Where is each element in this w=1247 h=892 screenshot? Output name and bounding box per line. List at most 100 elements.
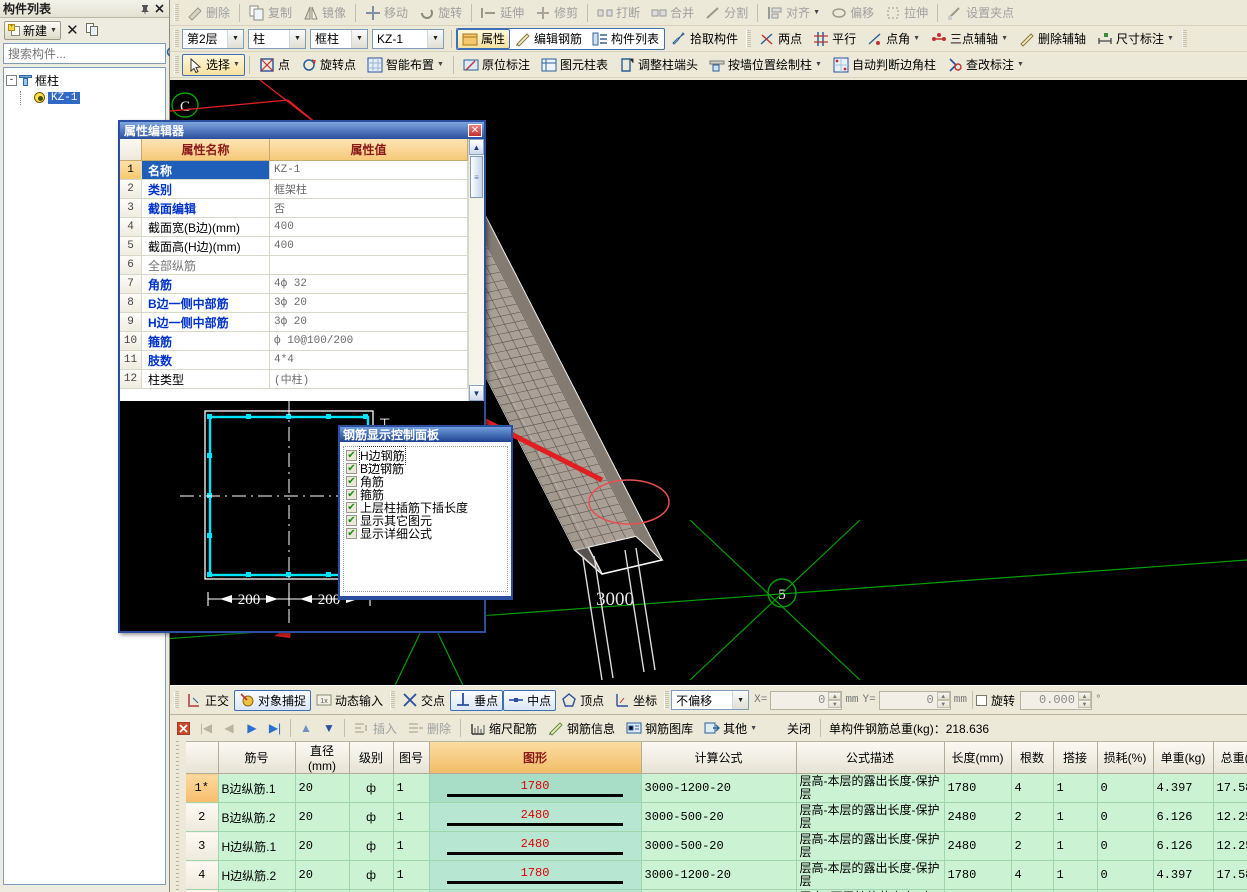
rebar-unit-weight[interactable]: 6.126 xyxy=(1153,831,1214,861)
toolbar-button-idx0[interactable]: 选择 ▼ xyxy=(182,53,245,76)
chevron-down-icon[interactable]: ▼ xyxy=(813,9,820,16)
scrollbar-track[interactable] xyxy=(469,199,484,385)
snap-mode-2[interactable]: 1x 动态输入 xyxy=(311,690,388,711)
toolbar-button-aux-3[interactable]: 三点辅轴 ▼ xyxy=(926,28,1013,50)
rotate-checkbox[interactable] xyxy=(975,694,987,706)
rebar-unit-weight[interactable]: 4.397 xyxy=(1153,860,1214,890)
formula-description[interactable]: 层高-本层的露出长度-保护层 xyxy=(796,860,945,890)
rebar-count[interactable]: 2 xyxy=(1011,831,1054,861)
property-row[interactable]: 6 全部纵筋 xyxy=(120,256,468,275)
rebar-panel-titlebar[interactable]: 钢筋显示控制面板 xyxy=(340,427,511,442)
property-row[interactable]: 4 截面宽(B边)(mm) 400 xyxy=(120,218,468,237)
toolbar-button-idx3[interactable]: 智能布置 ▼ xyxy=(362,54,449,76)
toolbar-button-aux-0[interactable]: 两点 xyxy=(754,28,807,50)
chevron-down-icon[interactable]: ▼ xyxy=(815,61,822,68)
search-input[interactable] xyxy=(4,45,165,62)
toolbar-button-mode-2[interactable]: 构件列表 xyxy=(587,29,664,49)
property-name[interactable]: 截面高(H边)(mm) xyxy=(142,237,270,256)
property-value[interactable]: 4*4 xyxy=(270,351,468,370)
spinner-value[interactable]: 0 xyxy=(880,693,937,707)
rebar-length[interactable]: 2480 xyxy=(944,831,1012,861)
toolbar-button-idx4[interactable]: 原位标注 xyxy=(458,54,535,76)
property-value[interactable]: ф 10@100/200 xyxy=(270,332,468,351)
toolbar-button-idx5[interactable]: 图元柱表 xyxy=(536,54,613,76)
chevron-down-icon[interactable]: ▼ xyxy=(50,27,57,34)
chevron-down-icon[interactable]: ▼ xyxy=(427,29,443,48)
toolbar-button-grid-2[interactable]: 钢筋图库 xyxy=(621,717,698,739)
toolbar-grip[interactable] xyxy=(746,29,752,48)
spinner-up-icon[interactable]: ▲ xyxy=(828,692,842,700)
toolbar-grip[interactable] xyxy=(174,29,179,48)
toolbar-button-pick-member[interactable]: 拾取构件 xyxy=(666,28,743,50)
row-index[interactable]: 3 xyxy=(186,831,219,861)
property-row[interactable]: 7 角筋 4ф 32 xyxy=(120,275,468,294)
tree-node-kz1[interactable]: KZ-1 xyxy=(6,89,163,106)
close-icon[interactable]: ✕ xyxy=(468,124,482,137)
property-value[interactable]: 400 xyxy=(270,237,468,256)
checkbox[interactable]: ✔ xyxy=(346,502,357,513)
property-name[interactable]: 箍筋 xyxy=(142,332,270,351)
rebar-count[interactable]: 2 xyxy=(1011,802,1054,832)
rotate-input[interactable]: 0.000 ▲ ▼ xyxy=(1019,690,1092,710)
tree-node-frame-column[interactable]: - 框柱 xyxy=(6,72,163,89)
rebar-diameter[interactable]: 20 xyxy=(295,802,350,832)
property-value[interactable] xyxy=(270,256,468,275)
close-icon[interactable] xyxy=(152,2,166,16)
checkbox[interactable]: ✔ xyxy=(346,489,357,500)
rebar-lap[interactable]: 1 xyxy=(1053,831,1098,861)
chevron-down-icon[interactable]: ▼ xyxy=(1017,61,1024,68)
tree-expander[interactable]: - xyxy=(6,75,17,86)
property-name[interactable]: 全部纵筋 xyxy=(142,256,270,275)
row-index[interactable]: 4 xyxy=(186,860,219,890)
rebar-name[interactable]: B边纵筋.1 xyxy=(218,773,296,803)
rebar-name[interactable]: B边纵筋.2 xyxy=(218,802,296,832)
toolbar-button-idx1[interactable]: 点 xyxy=(254,54,295,76)
rebar-grade[interactable]: ф xyxy=(349,831,394,861)
chevron-down-icon[interactable]: ▼ xyxy=(750,725,757,732)
scroll-up-icon[interactable]: ▲ xyxy=(469,139,484,155)
toolbar-button-idx7[interactable]: 按墙位置绘制柱 ▼ xyxy=(704,54,827,76)
toolbar-button-mode-0[interactable]: 属性 xyxy=(457,28,511,49)
rebar-loss[interactable]: 0 xyxy=(1097,831,1154,861)
column-header-1[interactable]: 筋号 xyxy=(218,742,296,774)
column-header-12[interactable]: 单重(kg) xyxy=(1153,742,1214,774)
property-row[interactable]: 2 类别 框架柱 xyxy=(120,180,468,199)
formula-description[interactable]: 层高-本层的露出长度-保护层 xyxy=(796,773,945,803)
rebar-shape-cell[interactable]: 1780 xyxy=(429,773,642,803)
property-value[interactable]: 3ф 20 xyxy=(270,294,468,313)
property-name[interactable]: 名称 xyxy=(142,161,270,180)
spinner-up-icon[interactable]: ▲ xyxy=(936,692,950,700)
property-value[interactable]: 400 xyxy=(270,218,468,237)
chevron-down-icon[interactable]: ▼ xyxy=(289,29,305,48)
rebar-total-weight[interactable]: 17.586 xyxy=(1213,860,1247,890)
rebar-diameter[interactable]: 20 xyxy=(295,831,350,861)
x-offset-input[interactable]: 0 ▲ ▼ xyxy=(770,690,843,710)
delete-component-button[interactable]: ✕ xyxy=(63,21,82,40)
property-name[interactable]: 角筋 xyxy=(142,275,270,294)
combo-offset-mode[interactable]: 不偏移 ▼ xyxy=(671,690,750,710)
property-name[interactable]: H边一侧中部筋 xyxy=(142,313,270,332)
prev-record-icon[interactable]: ◀ xyxy=(218,718,240,738)
rebar-display-control-panel[interactable]: 钢筋显示控制面板 ✔ H边钢筋 ✔ B边钢筋 ✔ 角筋 ✔ 箍筋 ✔ 上层柱插筋下插长度 ✔ 显示其它… xyxy=(338,425,513,600)
property-name[interactable]: 柱类型 xyxy=(142,370,270,389)
combo-category[interactable]: 柱 ▼ xyxy=(248,28,306,49)
checkbox[interactable]: ✔ xyxy=(346,515,357,526)
rebar-length[interactable]: 1780 xyxy=(944,773,1012,803)
table-row[interactable]: 1* B边纵筋.1 20 ф 1 1780 3000-1200-20 层高-本层的露出长度-保… xyxy=(186,773,1247,803)
toolbar-button-aux-2[interactable]: 点角 ▼ xyxy=(862,28,925,50)
spinner-up-icon[interactable]: ▲ xyxy=(1077,692,1091,700)
rebar-figure-no[interactable]: 1 xyxy=(393,802,430,832)
rebar-count[interactable]: 4 xyxy=(1011,860,1054,890)
snap-mode-1[interactable]: 对象捕捉 xyxy=(234,689,312,711)
rebar-shape-cell[interactable]: 1780 xyxy=(429,860,642,890)
property-editor-titlebar[interactable]: 属性编辑器 ✕ xyxy=(120,122,484,139)
property-row[interactable]: 10 箍筋 ф 10@100/200 xyxy=(120,332,468,351)
toolbar-button-aux-1[interactable]: 平行 xyxy=(808,28,861,50)
column-header-5[interactable]: 图形 xyxy=(429,742,642,774)
property-value[interactable]: 4ф 32 xyxy=(270,275,468,294)
snap-point-1[interactable]: 垂点 xyxy=(450,689,504,711)
combo-member[interactable]: KZ-1 ▼ xyxy=(372,28,444,49)
rebar-lap[interactable]: 1 xyxy=(1053,773,1098,803)
next-record-icon[interactable]: ▶ xyxy=(241,718,263,738)
rebar-loss[interactable]: 0 xyxy=(1097,802,1154,832)
